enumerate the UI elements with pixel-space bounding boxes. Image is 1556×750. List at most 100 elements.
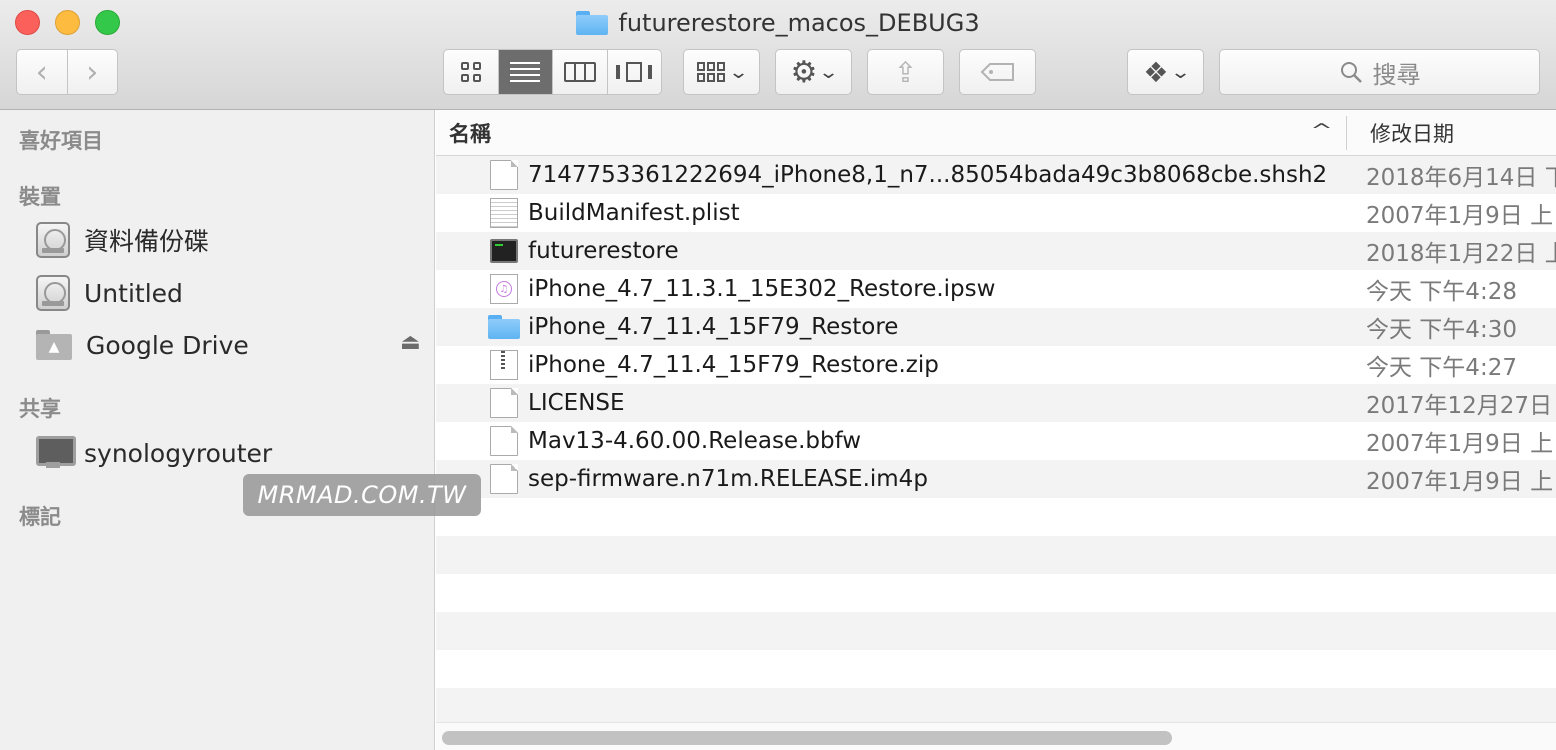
- file-date: 2007年1月9日 上: [1366, 469, 1554, 495]
- navigation-group: ‹ ›: [16, 49, 118, 95]
- column-view-button[interactable]: [552, 50, 607, 94]
- action-menu-button[interactable]: ⚙ ⌄: [775, 49, 852, 95]
- file-date: 2007年1月9日 上: [1366, 431, 1554, 457]
- file-date: 今天 下午4:28: [1366, 279, 1517, 305]
- empty-row: [436, 498, 1556, 536]
- sidebar-item-synologyrouter[interactable]: synologyrouter: [36, 433, 272, 473]
- chevron-left-icon: ‹: [35, 54, 48, 90]
- sidebar: 喜好項目 裝置 資料備份碟 Untitled Google Drive ⏏ 共享…: [0, 110, 435, 750]
- plist-icon: [490, 198, 518, 228]
- document-icon: [490, 388, 518, 418]
- arrange-button[interactable]: ⌄: [683, 49, 760, 95]
- table-row[interactable]: ♫ iPhone_4.7_11.3.1_15E302_Restore.ipsw …: [436, 270, 1556, 308]
- file-date: 2007年1月9日 上: [1366, 203, 1554, 229]
- search-placeholder: 搜尋: [1372, 60, 1421, 89]
- window-title: futurerestore_macos_DEBUG3: [618, 9, 980, 37]
- eject-icon[interactable]: ⏏: [400, 330, 421, 355]
- chevron-down-icon: ⌄: [818, 61, 840, 83]
- horizontal-scrollbar[interactable]: [436, 722, 1556, 750]
- cover-flow-icon: [616, 62, 653, 82]
- sidebar-section-tags: 標記: [19, 505, 61, 529]
- sidebar-item-google-drive[interactable]: Google Drive: [36, 325, 249, 365]
- scrollbar-thumb[interactable]: [442, 731, 1172, 745]
- dropbox-icon: ❖: [1143, 55, 1169, 89]
- share-icon: ⇪: [893, 55, 918, 89]
- file-date: 今天 下午4:27: [1366, 355, 1517, 381]
- forward-button[interactable]: ›: [66, 50, 118, 94]
- file-list: 名稱 ^ 修改日期 7147753361222694_iPhone8,1_n7.…: [436, 110, 1556, 750]
- google-drive-folder-icon: [36, 330, 72, 360]
- table-row[interactable]: Mav13-4.60.00.Release.bbfw 2007年1月9日 上: [436, 422, 1556, 460]
- columns-icon: [563, 62, 596, 82]
- table-row[interactable]: sep-firmware.n71m.RELEASE.im4p 2007年1月9日…: [436, 460, 1556, 498]
- empty-row: [436, 536, 1556, 574]
- document-icon: [490, 426, 518, 456]
- sidebar-item-backup-disk[interactable]: 資料備份碟: [36, 220, 209, 260]
- icon-grid-icon: [460, 62, 481, 82]
- folder-icon: [576, 11, 609, 35]
- list-lines-icon: [510, 62, 541, 82]
- folder-icon: [488, 315, 520, 339]
- table-row[interactable]: futurerestore 2018年1月22日 上: [436, 232, 1556, 270]
- tags-button[interactable]: [959, 49, 1036, 95]
- empty-row: [436, 688, 1556, 726]
- terminal-icon: [490, 239, 518, 263]
- sidebar-section-favorites: 喜好項目: [19, 129, 103, 153]
- zip-icon: [490, 350, 518, 380]
- column-header-name[interactable]: 名稱: [449, 118, 491, 148]
- tag-icon: [980, 63, 1014, 81]
- table-row[interactable]: LICENSE 2017年12月27日 下: [436, 384, 1556, 422]
- dropbox-button[interactable]: ❖ ⌄: [1127, 49, 1204, 95]
- column-divider[interactable]: [1346, 116, 1347, 150]
- file-name: iPhone_4.7_11.3.1_15E302_Restore.ipsw: [528, 276, 996, 302]
- search-icon: [1340, 62, 1362, 83]
- watermark: MRMAD.COM.TW: [243, 474, 481, 516]
- gear-icon: ⚙: [790, 54, 818, 90]
- icon-view-button[interactable]: [444, 50, 498, 94]
- cover-flow-view-button[interactable]: [606, 50, 662, 94]
- sidebar-section-shared: 共享: [19, 397, 61, 421]
- window-title-bar: futurerestore_macos_DEBUG3: [0, 8, 1556, 38]
- file-date: 2018年1月22日 上: [1366, 241, 1556, 267]
- sidebar-item-untitled[interactable]: Untitled: [36, 273, 183, 313]
- chevron-down-icon: ⌄: [727, 61, 750, 83]
- document-icon: [490, 160, 518, 190]
- file-name: futurerestore: [528, 238, 679, 264]
- file-name: 7147753361222694_iPhone8,1_n7...85054bad…: [528, 162, 1328, 188]
- share-button[interactable]: ⇪: [867, 49, 944, 95]
- disk-icon: [36, 275, 70, 311]
- search-field[interactable]: 搜尋: [1219, 49, 1540, 95]
- disk-icon: [36, 222, 70, 258]
- view-mode-group: [443, 49, 662, 95]
- sidebar-item-label: Google Drive: [86, 330, 249, 360]
- itunes-document-icon: ♫: [490, 274, 518, 304]
- table-row[interactable]: BuildManifest.plist 2007年1月9日 上: [436, 194, 1556, 232]
- table-row[interactable]: iPhone_4.7_11.4_15F79_Restore.zip 今天 下午4…: [436, 346, 1556, 384]
- list-column-header: 名稱 ^ 修改日期: [436, 110, 1556, 156]
- file-name: iPhone_4.7_11.4_15F79_Restore.zip: [528, 352, 939, 378]
- file-name: LICENSE: [528, 390, 625, 416]
- file-date: 2017年12月27日 下: [1366, 393, 1556, 419]
- empty-row: [436, 612, 1556, 650]
- document-icon: [490, 464, 518, 494]
- column-header-date-modified[interactable]: 修改日期: [1370, 118, 1454, 148]
- sidebar-item-label: Untitled: [84, 278, 183, 308]
- file-name: Mav13-4.60.00.Release.bbfw: [528, 428, 862, 454]
- back-button[interactable]: ‹: [17, 50, 67, 94]
- arrange-grid-icon: [696, 62, 725, 82]
- file-name: iPhone_4.7_11.4_15F79_Restore: [528, 314, 899, 340]
- chevron-down-icon: ⌄: [1169, 61, 1191, 83]
- monitor-icon: [36, 436, 76, 470]
- sidebar-item-label: synologyrouter: [84, 438, 273, 468]
- file-name: BuildManifest.plist: [528, 200, 740, 226]
- sort-ascending-icon[interactable]: ^: [1310, 120, 1333, 141]
- table-row[interactable]: 7147753361222694_iPhone8,1_n7...85054bad…: [436, 156, 1556, 194]
- empty-row: [436, 650, 1556, 688]
- table-row[interactable]: iPhone_4.7_11.4_15F79_Restore 今天 下午4:30: [436, 308, 1556, 346]
- sidebar-section-devices: 裝置: [19, 185, 61, 209]
- window-toolbar: futurerestore_macos_DEBUG3 ‹ › ⌄ ⚙ ⌄ ⇪ ❖…: [0, 0, 1556, 110]
- file-date: 2018年6月14日 下: [1366, 165, 1556, 191]
- list-view-button[interactable]: [497, 50, 552, 94]
- sidebar-item-label: 資料備份碟: [84, 227, 210, 256]
- file-name: sep-firmware.n71m.RELEASE.im4p: [528, 466, 928, 492]
